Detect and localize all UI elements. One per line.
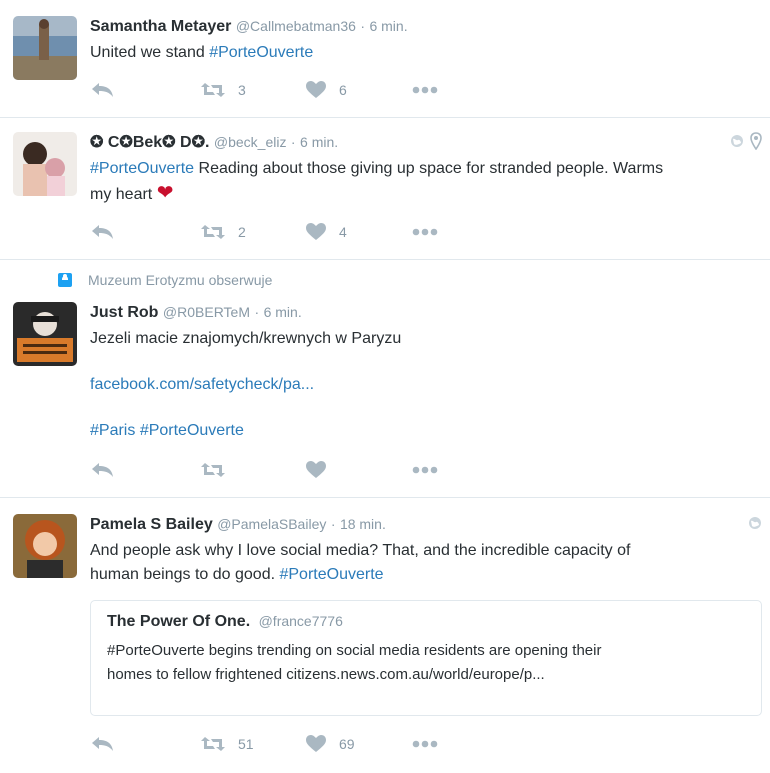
tweet-text: United we stand #PorteOuverte xyxy=(90,41,756,65)
avatar[interactable] xyxy=(13,16,77,80)
timestamp[interactable]: 6 min. xyxy=(369,18,407,34)
quoted-tweet-text: #PorteOuverte begins trending on social … xyxy=(107,639,745,687)
hashtag-link-paris[interactable]: #Paris xyxy=(90,422,135,439)
heart-icon xyxy=(306,223,326,240)
quoted-author-handle[interactable]: @france7776 xyxy=(259,613,343,629)
reply-button[interactable] xyxy=(90,735,116,753)
retweet-icon xyxy=(201,737,225,751)
timestamp[interactable]: 6 min. xyxy=(264,304,302,320)
retweet-count: 3 xyxy=(238,82,246,98)
hashtag-link[interactable]: #PorteOuverte xyxy=(279,566,383,583)
more-button[interactable] xyxy=(412,227,438,237)
author-name[interactable]: ✪ C✪Bek✪ D✪. xyxy=(90,134,209,151)
author-name[interactable]: Samantha Metayer xyxy=(90,18,231,35)
like-count: 4 xyxy=(339,224,347,240)
heart-icon xyxy=(306,81,326,98)
avatar-photo xyxy=(13,16,77,80)
quoted-tweet[interactable]: The Power Of One. @france7776 #PorteOuve… xyxy=(90,600,762,716)
author-handle[interactable]: @Callmebatman36 xyxy=(236,18,356,34)
like-count: 6 xyxy=(339,82,347,98)
heart-icon xyxy=(306,461,326,478)
retweet-button[interactable] xyxy=(200,461,238,479)
avatar[interactable] xyxy=(13,514,77,578)
more-button[interactable] xyxy=(412,85,438,95)
more-icon xyxy=(412,86,438,94)
globe-icon xyxy=(749,517,761,529)
retweet-button[interactable]: 3 xyxy=(200,81,246,99)
retweet-icon xyxy=(201,225,225,239)
like-button[interactable]: 6 xyxy=(305,81,347,99)
avatar-photo xyxy=(13,302,77,366)
social-context: Muzeum Erotyzmu obserwuje xyxy=(58,272,272,288)
tweet-text: And people ask why I love social media? … xyxy=(90,539,756,587)
avatar-photo xyxy=(13,514,77,578)
more-button[interactable] xyxy=(412,739,438,749)
tweet-text: #PorteOuverte Reading about those giving… xyxy=(90,157,756,207)
hashtag-link[interactable]: #PorteOuverte xyxy=(140,422,244,439)
retweet-icon xyxy=(201,83,225,97)
reply-icon xyxy=(92,463,113,477)
avatar[interactable] xyxy=(13,132,77,196)
tweet[interactable]: Pamela S Bailey @PamelaSBailey · 18 min.… xyxy=(0,498,770,773)
tweet-text-line2: human beings to do good. xyxy=(90,566,276,583)
follow-context-icon xyxy=(58,273,72,287)
retweet-icon xyxy=(201,463,225,477)
reply-icon xyxy=(92,225,113,239)
author-handle[interactable]: @beck_eliz xyxy=(214,134,287,150)
tweet-text-line1: Reading about those giving up space for … xyxy=(198,160,664,177)
like-button[interactable]: 69 xyxy=(305,735,355,753)
tweet-text-line2: my heart xyxy=(90,186,153,203)
avatar[interactable] xyxy=(13,302,77,366)
quoted-text-line1: #PorteOuverte begins trending on social … xyxy=(107,642,602,659)
avatar-photo xyxy=(13,132,77,196)
reply-button[interactable] xyxy=(90,223,116,241)
timestamp[interactable]: 6 min. xyxy=(300,134,338,150)
social-context-text[interactable]: Muzeum Erotyzmu obserwuje xyxy=(88,272,272,288)
separator: · xyxy=(360,18,366,34)
author-name[interactable]: Pamela S Bailey xyxy=(90,516,213,533)
tweet-text-body: United we stand xyxy=(90,44,205,61)
tweet[interactable]: Samantha Metayer @Callmebatman36 · 6 min… xyxy=(0,0,770,118)
author-handle[interactable]: @R0BERTeM xyxy=(163,304,250,320)
quoted-text-line2: homes to fellow frightened citizens.news… xyxy=(107,666,545,683)
more-icon xyxy=(412,466,438,474)
separator: · xyxy=(290,134,296,150)
retweet-count: 2 xyxy=(238,224,246,240)
retweet-count: 51 xyxy=(238,736,254,752)
tweet[interactable]: Muzeum Erotyzmu obserwuje Just Rob @R0BE… xyxy=(0,260,770,498)
author-name[interactable]: Just Rob xyxy=(90,304,158,321)
heart-emoji: ❤ xyxy=(156,182,174,204)
reply-button[interactable] xyxy=(90,461,116,479)
retweet-button[interactable]: 51 xyxy=(200,735,254,753)
tweet-text: Jezeli macie znajomych/krewnych w Paryzu xyxy=(90,330,402,347)
reply-button[interactable] xyxy=(90,81,116,99)
tweet-text-line1: And people ask why I love social media? … xyxy=(90,542,631,559)
separator: · xyxy=(330,516,336,532)
like-button[interactable] xyxy=(305,461,339,479)
reply-icon xyxy=(92,83,113,97)
hashtag-link[interactable]: #PorteOuverte xyxy=(209,44,313,61)
heart-icon xyxy=(306,735,326,752)
quoted-author-name[interactable]: The Power Of One. xyxy=(107,613,250,630)
globe-icon xyxy=(731,135,743,147)
retweet-button[interactable]: 2 xyxy=(200,223,246,241)
like-button[interactable]: 4 xyxy=(305,223,347,241)
hashtag-link[interactable]: #PorteOuverte xyxy=(90,160,194,177)
external-link[interactable]: facebook.com/safetycheck/pa... xyxy=(90,376,314,393)
separator: · xyxy=(254,304,260,320)
tweet[interactable]: ✪ C✪Bek✪ D✪. @beck_eliz · 6 min. #PorteO… xyxy=(0,118,770,260)
more-icon xyxy=(412,228,438,236)
timestamp[interactable]: 18 min. xyxy=(340,516,386,532)
location-pin-icon[interactable] xyxy=(750,132,762,150)
more-button[interactable] xyxy=(412,465,438,475)
more-icon xyxy=(412,740,438,748)
like-count: 69 xyxy=(339,736,355,752)
reply-icon xyxy=(92,737,113,751)
author-handle[interactable]: @PamelaSBailey xyxy=(217,516,326,532)
